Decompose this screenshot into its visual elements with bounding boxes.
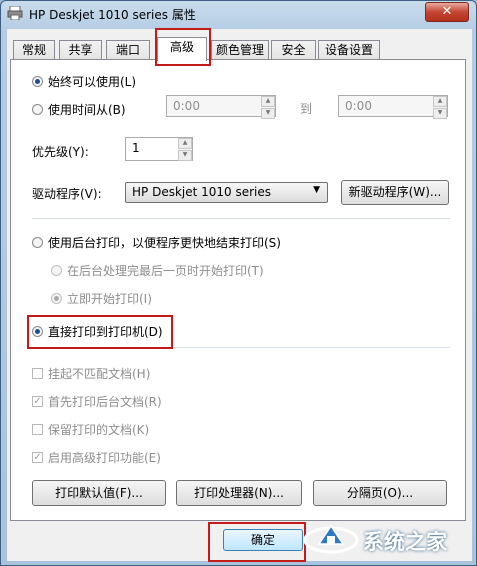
print-spooled-first-checkbox[interactable]: ✓ (32, 396, 43, 407)
tab-security[interactable]: 安全 (271, 40, 316, 59)
separator-line (32, 347, 450, 348)
printer-icon (7, 6, 23, 20)
keep-printed-option[interactable]: 保留打印的文档(K) (32, 421, 149, 438)
direct-print-option[interactable]: 直接打印到打印机(D) (32, 323, 163, 340)
keep-printed-label: 保留打印的文档(K) (48, 423, 150, 437)
always-available-radio[interactable] (32, 76, 43, 87)
priority-down-icon[interactable]: ▼ (178, 150, 192, 161)
start-after-last-page-radio[interactable] (51, 265, 62, 276)
to-time-value: 0:00 (345, 99, 372, 113)
direct-print-radio[interactable] (32, 326, 43, 337)
advanced-features-checkbox[interactable]: ✓ (32, 452, 43, 463)
priority-value: 1 (132, 141, 140, 155)
advanced-features-option[interactable]: ✓ 启用高级打印功能(E) (32, 449, 161, 466)
start-after-last-page-option[interactable]: 在后台处理完最后一页时开始打印(T) (51, 262, 264, 279)
timed-available-option[interactable]: 使用时间从(B) (32, 101, 126, 118)
watermark: 系统之家 (301, 518, 471, 558)
watermark-text: 系统之家 (363, 530, 447, 554)
timed-available-label: 使用时间从(B) (48, 103, 126, 117)
spool-option[interactable]: 使用后台打印，以便程序更快地结束打印(S) (32, 234, 281, 251)
to-time-stepper[interactable]: 0:00 ▲ ▼ (338, 95, 448, 119)
start-immediately-radio[interactable] (51, 293, 62, 304)
separator-line (32, 218, 450, 219)
from-time-up-icon[interactable]: ▲ (261, 96, 275, 107)
always-available-label: 始终可以使用(L) (48, 75, 137, 89)
close-icon: ✕ (441, 4, 453, 19)
priority-label: 优先级(Y): (32, 145, 89, 159)
to-label: 到 (300, 102, 313, 116)
window-title: HP Deskjet 1010 series 属性 (29, 8, 196, 22)
from-time-down-icon[interactable]: ▼ (261, 108, 275, 119)
to-time-down-icon[interactable]: ▼ (433, 108, 447, 119)
chevron-down-icon: ▼ (313, 185, 320, 195)
spool-label: 使用后台打印，以便程序更快地结束打印(S) (48, 236, 281, 250)
printing-defaults-button[interactable]: 打印默认值(F)... (32, 480, 166, 506)
driver-select[interactable]: HP Deskjet 1010 series ▼ (125, 182, 328, 203)
tab-color-management[interactable]: 颜色管理 (211, 40, 269, 59)
hold-mismatched-label: 挂起不匹配文档(H) (48, 367, 151, 381)
from-time-stepper[interactable]: 0:00 ▲ ▼ (166, 95, 276, 119)
tab-advanced[interactable]: 高级 (157, 37, 207, 61)
print-spooled-first-label: 首先打印后台文档(R) (48, 395, 162, 409)
from-time-value: 0:00 (173, 99, 200, 113)
separator-page-button[interactable]: 分隔页(O)... (313, 480, 447, 506)
keep-printed-checkbox[interactable] (32, 424, 43, 435)
tab-device-settings[interactable]: 设备设置 (318, 40, 380, 59)
driver-label: 驱动程序(V): (32, 187, 102, 201)
advanced-features-label: 启用高级打印功能(E) (48, 451, 161, 465)
direct-print-label: 直接打印到打印机(D) (48, 325, 163, 339)
driver-selected-value: HP Deskjet 1010 series (132, 185, 272, 199)
dialog-client: 常规 共享 端口 高级 颜色管理 安全 设备设置 始终可以使用(L) 使用时间从… (7, 29, 472, 561)
tab-ports[interactable]: 端口 (106, 40, 150, 59)
spool-radio[interactable] (32, 237, 43, 248)
ok-button[interactable]: 确定 (223, 529, 303, 551)
watermark-logo-icon (303, 524, 359, 554)
start-immediately-label: 立即开始打印(I) (67, 292, 152, 306)
always-available-option[interactable]: 始终可以使用(L) (32, 73, 136, 90)
hold-mismatched-option[interactable]: 挂起不匹配文档(H) (32, 365, 150, 382)
print-spooled-first-option[interactable]: ✓ 首先打印后台文档(R) (32, 393, 162, 410)
advanced-panel: 始终可以使用(L) 使用时间从(B) 0:00 ▲ ▼ 到 0:00 ▲ ▼ 优先级… (10, 59, 466, 521)
tab-general[interactable]: 常规 (13, 40, 55, 59)
tab-sharing[interactable]: 共享 (59, 40, 102, 59)
print-processor-button[interactable]: 打印处理器(N)... (176, 480, 302, 506)
properties-window: HP Deskjet 1010 series 属性 ✕ 常规 共享 端口 高级 … (0, 0, 477, 566)
to-time-up-icon[interactable]: ▲ (433, 96, 447, 107)
tab-strip: 常规 共享 端口 高级 颜色管理 安全 设备设置 (7, 37, 472, 61)
title-bar[interactable]: HP Deskjet 1010 series 属性 ✕ (1, 1, 476, 27)
hold-mismatched-checkbox[interactable] (32, 368, 43, 379)
close-button[interactable]: ✕ (425, 2, 469, 22)
timed-available-radio[interactable] (32, 104, 43, 115)
priority-stepper[interactable]: 1 ▲ ▼ (125, 137, 193, 161)
new-driver-button[interactable]: 新驱动程序(W)... (341, 180, 449, 205)
priority-up-icon[interactable]: ▲ (178, 138, 192, 149)
start-after-last-page-label: 在后台处理完最后一页时开始打印(T) (67, 264, 264, 278)
start-immediately-option[interactable]: 立即开始打印(I) (51, 290, 152, 307)
